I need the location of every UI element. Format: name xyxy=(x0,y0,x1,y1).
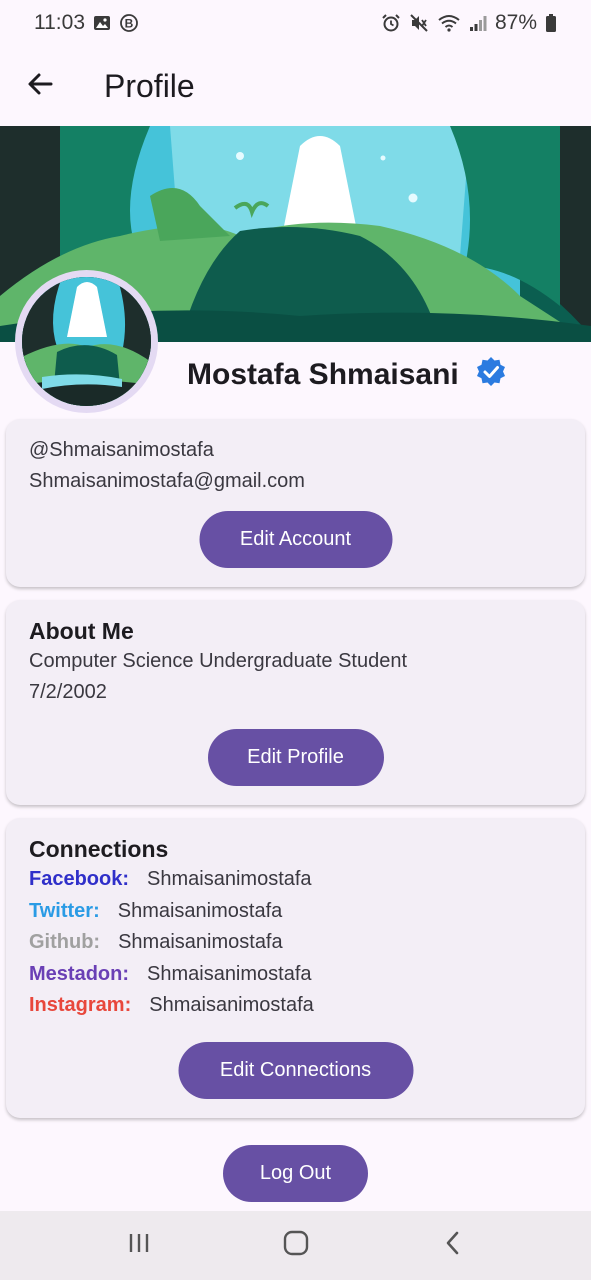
connections-heading: Connections xyxy=(29,836,169,862)
recent-apps-icon xyxy=(127,1231,151,1260)
connection-value: Shmaisanimostafa xyxy=(118,931,283,953)
connection-github[interactable]: Github: Shmaisanimostafa xyxy=(29,927,562,959)
mute-icon xyxy=(409,13,429,33)
avatar-image xyxy=(22,277,151,406)
connection-value: Shmaisanimostafa xyxy=(147,962,312,985)
battery-icon xyxy=(545,13,557,33)
edit-profile-button[interactable]: Edit Profile xyxy=(207,729,384,786)
home-icon xyxy=(283,1230,309,1261)
svg-text:B: B xyxy=(125,17,134,31)
image-icon xyxy=(93,14,111,32)
about-card: About Me Computer Science Undergraduate … xyxy=(6,600,585,805)
connection-value: Shmaisanimostafa xyxy=(149,994,314,1016)
connection-label: Mestadon: xyxy=(29,962,129,985)
connection-value: Shmaisanimostafa xyxy=(147,868,312,890)
about-heading: About Me xyxy=(29,618,134,644)
avatar[interactable] xyxy=(15,270,158,413)
connection-value: Shmaisanimostafa xyxy=(117,899,283,922)
alarm-icon xyxy=(381,13,401,33)
connection-facebook[interactable]: Facebook: Shmaisanimostafa xyxy=(29,864,562,896)
connection-instagram[interactable]: Instagram: Shmaisanimostafa xyxy=(29,990,562,1022)
verified-badge-icon xyxy=(475,356,507,393)
status-time: 11:03 xyxy=(34,11,85,34)
status-right: 87% xyxy=(381,11,557,35)
edit-connections-button[interactable]: Edit Connections xyxy=(178,1042,413,1099)
about-bio: Computer Science Undergraduate Student xyxy=(29,650,408,672)
connection-label: Github: xyxy=(29,931,101,953)
connection-label: Instagram: xyxy=(29,994,132,1016)
recent-apps-button[interactable] xyxy=(99,1216,179,1276)
connection-twitter[interactable]: Twitter: Shmaisanimostafa xyxy=(29,896,562,928)
system-nav-bar xyxy=(0,1211,591,1280)
back-button[interactable] xyxy=(0,46,80,126)
user-name: Mostafa Shmaisani xyxy=(187,357,459,391)
status-bar: 11:03 B 87% xyxy=(0,0,591,46)
logout-button[interactable]: Log Out xyxy=(223,1145,368,1202)
profile-name-row: Mostafa Shmaisani xyxy=(187,356,507,393)
connection-label: Twitter: xyxy=(29,899,100,922)
status-left: 11:03 B xyxy=(34,11,139,35)
signal-icon xyxy=(469,14,487,32)
b-circle-icon: B xyxy=(119,13,139,33)
app-bar: Profile xyxy=(0,46,591,126)
about-birthdate: 7/2/2002 xyxy=(29,681,107,703)
connections-card: Connections Facebook: Shmaisanimostafa T… xyxy=(6,818,585,1118)
user-handle: @Shmaisanimostafa xyxy=(29,439,214,461)
back-icon xyxy=(443,1230,463,1261)
back-nav-button[interactable] xyxy=(413,1216,493,1276)
home-button[interactable] xyxy=(256,1216,336,1276)
arrow-left-icon xyxy=(26,70,54,103)
user-email: Shmaisanimostafa@gmail.com xyxy=(29,470,305,492)
battery-percent: 87% xyxy=(494,11,537,34)
edit-account-button[interactable]: Edit Account xyxy=(199,511,392,568)
connection-label: Facebook: xyxy=(29,868,130,890)
connection-mastodon[interactable]: Mestadon: Shmaisanimostafa xyxy=(29,959,562,991)
account-card: @Shmaisanimostafa Shmaisanimostafa@gmail… xyxy=(6,419,585,587)
wifi-icon xyxy=(437,13,461,33)
page-title: Profile xyxy=(104,67,195,104)
